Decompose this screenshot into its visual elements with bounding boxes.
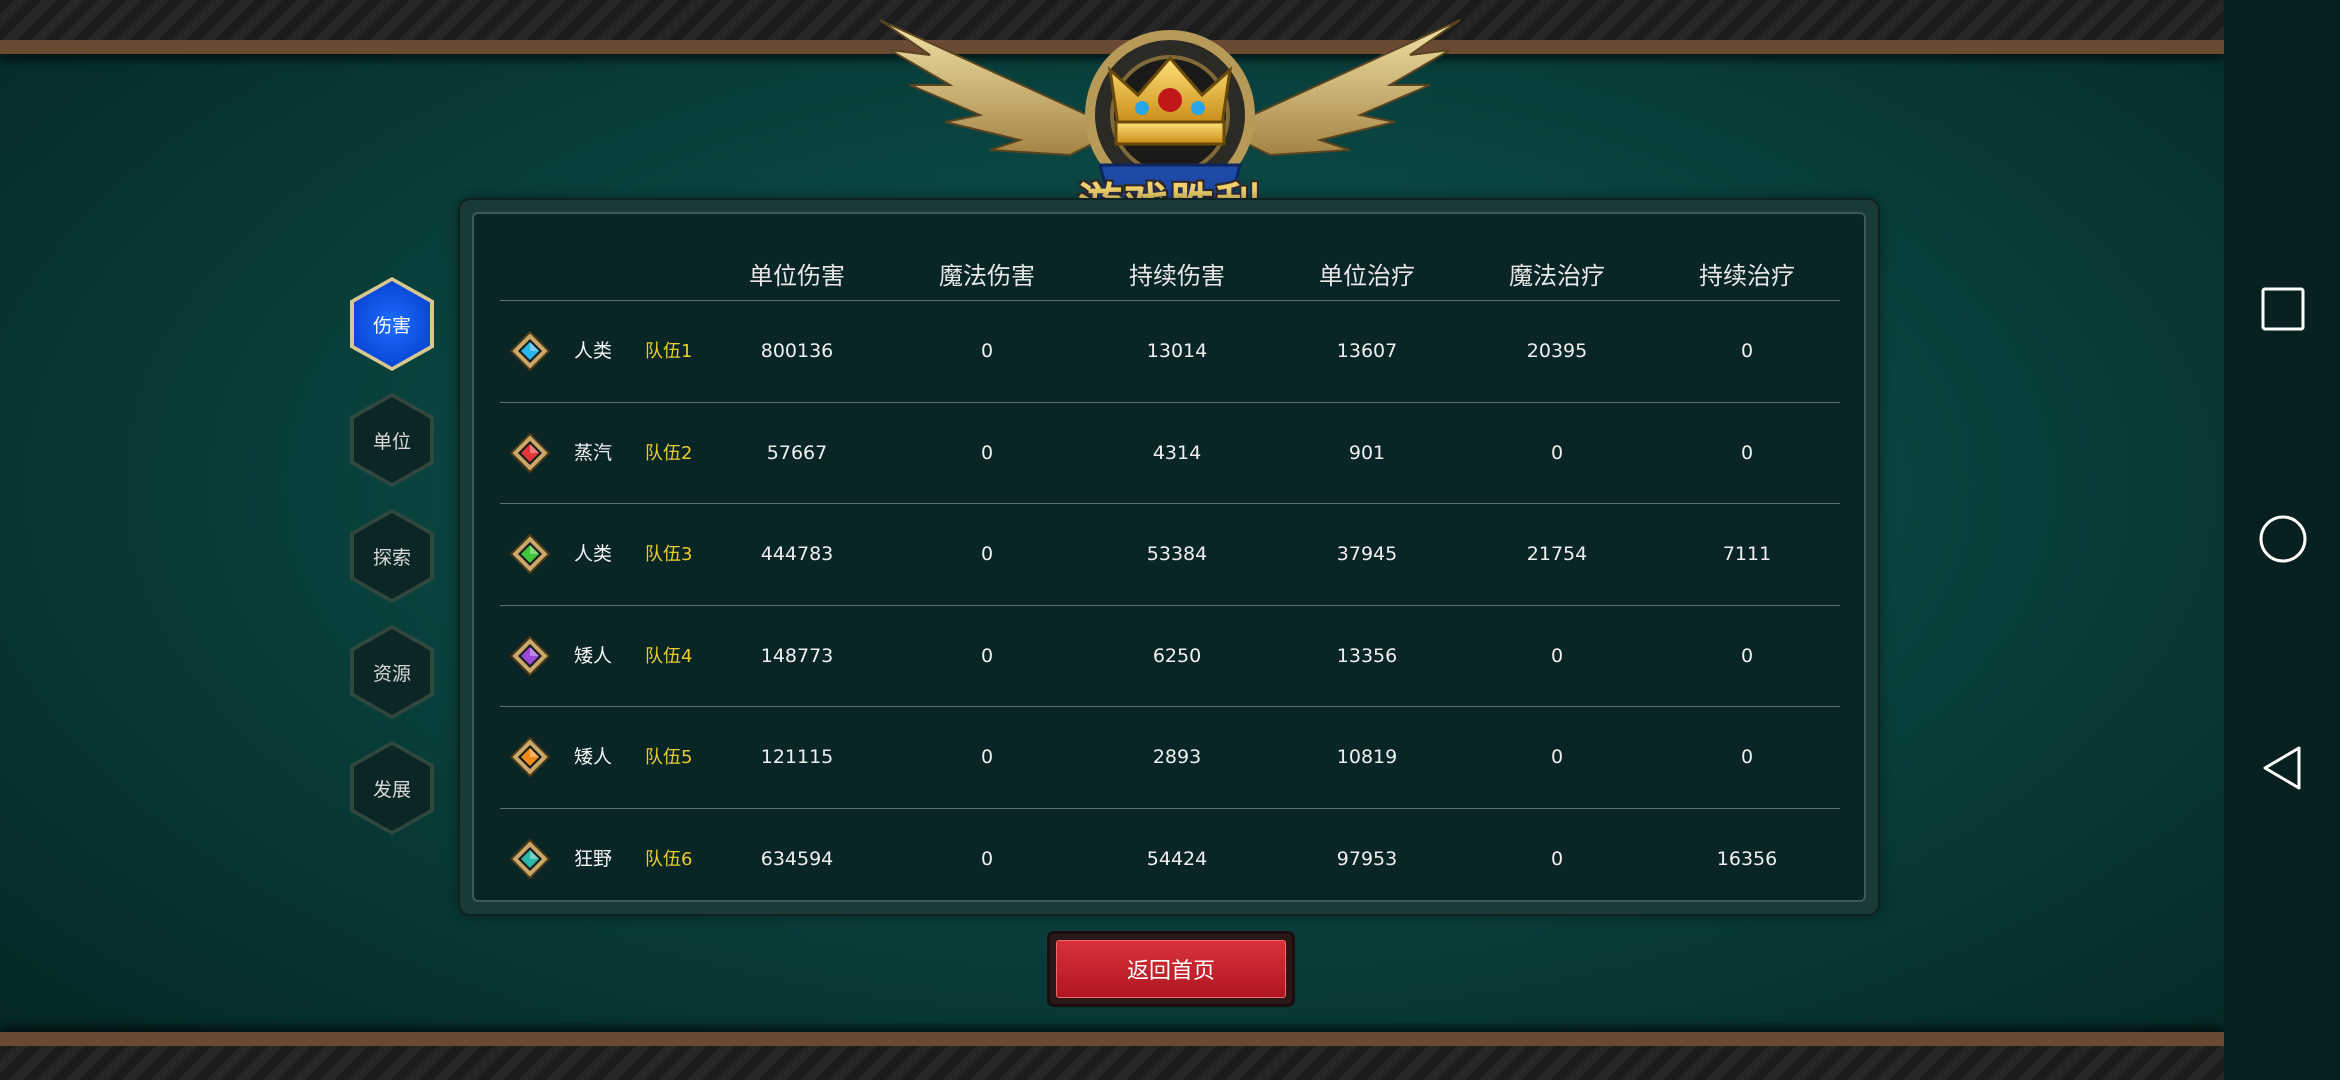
stat-cell: 10819 [1336, 746, 1398, 768]
stat-cell: 901 [1348, 441, 1386, 464]
gem-icon [510, 838, 550, 879]
team-label: 队伍1 [645, 341, 693, 362]
stat-cell: 0 [980, 746, 994, 768]
race-label: 人类 [574, 340, 613, 362]
header-dot-damage: 持续伤害 [1129, 262, 1225, 290]
header-hot-heal: 持续治疗 [1699, 262, 1795, 290]
header-unit-damage: 单位伤害 [749, 262, 845, 290]
menu-label: 单位 [354, 397, 430, 483]
stat-cell: 0 [980, 644, 994, 667]
table-row: 矮人 队伍4 148773 0 6250 13356 0 0 [500, 604, 1840, 707]
menu-label: 发展 [354, 745, 430, 831]
stat-cell: 0 [1740, 644, 1754, 667]
stat-cell: 53384 [1146, 543, 1208, 565]
stat-cell: 2893 [1152, 746, 1202, 768]
menu-unit-button[interactable]: 单位 [350, 393, 434, 487]
circle-icon[interactable] [2259, 515, 2307, 563]
stat-cell: 0 [1550, 441, 1564, 464]
race-label: 矮人 [574, 746, 613, 768]
gem-icon [510, 331, 550, 371]
stat-cell: 54424 [1146, 847, 1208, 870]
stat-cell: 37945 [1336, 543, 1398, 565]
system-nav-bar [2224, 0, 2340, 1080]
race-label: 矮人 [574, 644, 613, 667]
back-home-button[interactable]: 返回首页 [1050, 934, 1292, 1004]
stat-cell: 0 [980, 340, 994, 362]
menu-label: 探索 [354, 513, 430, 599]
team-label: 队伍6 [645, 848, 693, 870]
gem-icon [510, 432, 550, 473]
menu-label: 资源 [354, 629, 430, 715]
stat-cell: 6250 [1152, 644, 1202, 667]
back-home-label: 返回首页 [1056, 940, 1286, 998]
stat-cell: 0 [1740, 340, 1754, 362]
stat-cell: 444783 [760, 543, 834, 565]
table-row: 人类 队伍1 800136 0 13014 13607 20395 0 [500, 300, 1840, 402]
team-label: 队伍3 [645, 544, 693, 565]
header-unit-heal: 单位治疗 [1319, 262, 1415, 290]
stat-cell: 0 [980, 543, 994, 565]
table-row: 矮人 队伍5 121115 0 2893 10819 0 0 [500, 706, 1840, 808]
bottom-border [0, 1032, 2224, 1080]
table-row: 蒸汽 队伍2 57667 0 4314 901 0 0 [500, 401, 1840, 504]
team-label: 队伍5 [645, 747, 693, 768]
stat-cell: 4314 [1152, 441, 1202, 464]
table-row: 狂野 队伍6 634594 0 54424 97953 0 16356 [500, 807, 1840, 910]
race-label: 人类 [574, 543, 613, 565]
stat-cell: 0 [1740, 746, 1754, 768]
table-row: 人类 队伍3 444783 0 53384 37945 21754 7111 [500, 503, 1840, 605]
team-label: 队伍2 [645, 442, 693, 464]
stat-cell: 13356 [1336, 644, 1398, 667]
gem-icon [510, 737, 550, 777]
team-label: 队伍4 [645, 645, 693, 667]
stat-cell: 13014 [1146, 340, 1208, 362]
triangle-back-icon[interactable] [2259, 744, 2307, 792]
menu-label: 伤害 [354, 281, 430, 367]
stat-cell: 21754 [1526, 543, 1588, 565]
header-magic-damage: 魔法伤害 [939, 262, 1035, 290]
stat-cell: 13607 [1336, 340, 1398, 362]
stat-cell: 0 [1550, 847, 1564, 870]
menu-explore-button[interactable]: 探索 [350, 509, 434, 603]
gem-icon [510, 635, 550, 676]
stat-cell: 20395 [1526, 340, 1588, 362]
menu-damage-button[interactable]: 伤害 [350, 277, 434, 371]
stat-cell: 97953 [1336, 847, 1398, 870]
stat-cell: 0 [980, 441, 994, 464]
stat-cell: 0 [1550, 644, 1564, 667]
stat-cell: 0 [1550, 746, 1564, 768]
gem-icon [510, 534, 550, 574]
race-label: 狂野 [574, 847, 613, 870]
stat-cell: 634594 [760, 847, 834, 870]
stat-cell: 0 [1740, 441, 1754, 464]
header-magic-heal: 魔法治疗 [1509, 262, 1605, 290]
stat-cell: 0 [980, 847, 994, 870]
menu-develop-button[interactable]: 发展 [350, 741, 434, 835]
stat-cell: 57667 [766, 441, 828, 464]
square-icon[interactable] [2259, 285, 2307, 333]
menu-resource-button[interactable]: 资源 [350, 625, 434, 719]
stat-cell: 7111 [1722, 543, 1772, 565]
stat-cell: 800136 [760, 340, 834, 362]
stat-cell: 16356 [1716, 847, 1778, 870]
race-label: 蒸汽 [574, 441, 613, 464]
stat-cell: 121115 [760, 746, 834, 768]
stat-cell: 148773 [760, 644, 834, 667]
